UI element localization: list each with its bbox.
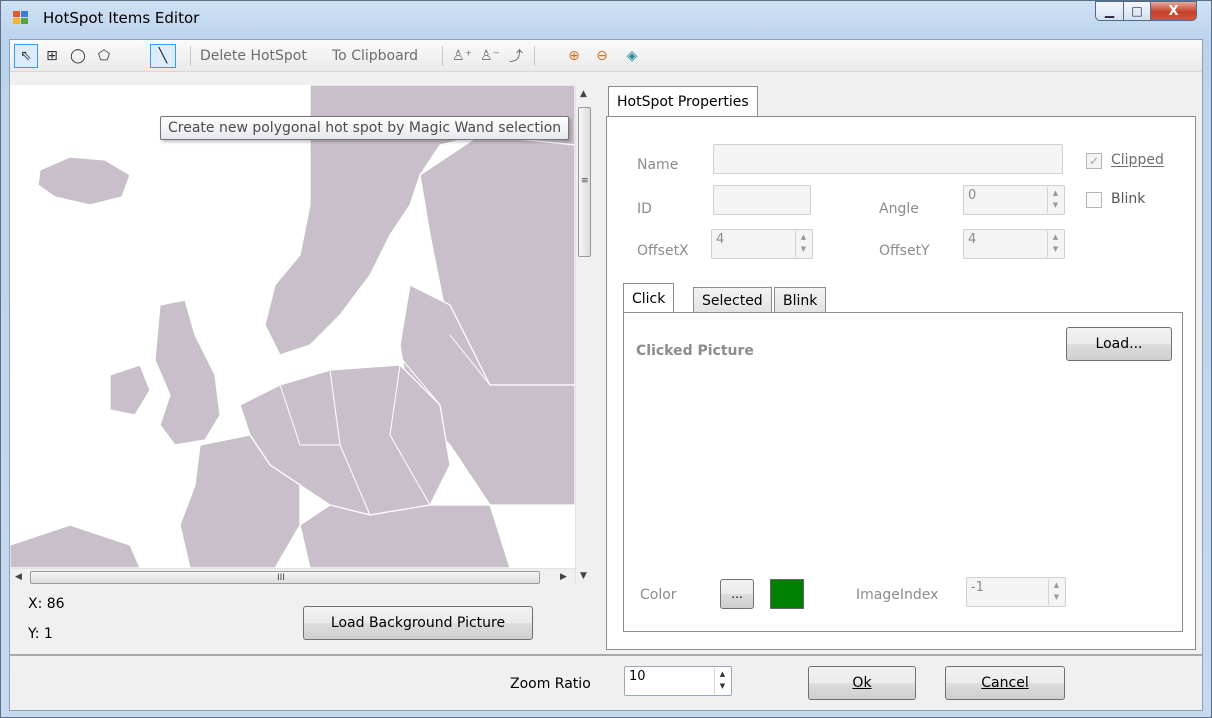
zoom-ratio-label: Zoom Ratio (510, 676, 591, 692)
grip-icon: III (277, 573, 285, 583)
imageindex-stepper[interactable]: -1 ▲ ▼ (966, 577, 1066, 607)
iceland-shape (37, 156, 131, 206)
window-controls: ▁ □ X (1095, 1, 1197, 23)
map-vertical-scrollbar[interactable]: ▲ ≡ ▼ (575, 85, 592, 585)
europe-map (10, 85, 575, 568)
fit-to-window-icon[interactable]: ◈ (620, 44, 644, 68)
maximize-button[interactable]: □ (1123, 1, 1150, 21)
title-bar[interactable]: HotSpot Items Editor ▁ □ X (1, 1, 1211, 39)
pointer-tool-icon[interactable]: ⇖ (14, 44, 38, 68)
remove-point-icon[interactable]: ♙⁻ (478, 44, 502, 68)
offsety-stepper[interactable]: 4 ▲ ▼ (963, 229, 1065, 259)
zoom-ratio-value: 10 (629, 669, 646, 684)
edit-points-icon[interactable]: ⤴ (504, 44, 528, 68)
scroll-down-icon[interactable]: ▼ (580, 571, 587, 581)
add-point-icon[interactable]: ♙⁺ (450, 44, 474, 68)
blink-checkbox[interactable] (1086, 192, 1102, 208)
scroll-right-icon[interactable]: ▶ (560, 572, 567, 582)
close-button[interactable]: X (1150, 1, 1197, 21)
click-tab-panel: Clicked Picture Load... Color ... ImageI… (623, 312, 1183, 632)
magic-wand-tool-icon[interactable]: ╲ (150, 44, 176, 68)
map-horizontal-scrollbar[interactable]: ◀ III ▶ (10, 568, 575, 585)
toolbar-separator (442, 46, 443, 66)
clicked-picture-label: Clicked Picture (636, 343, 754, 359)
load-background-picture-button[interactable]: Load Background Picture (303, 606, 533, 640)
zoom-ratio-stepper[interactable]: 10 ▲ ▼ (624, 666, 732, 696)
southern-europe-shape (299, 504, 511, 568)
app-icon (13, 11, 31, 27)
polygon-tool-icon[interactable]: ⬠ (92, 44, 116, 68)
minimize-button[interactable]: ▁ (1095, 1, 1123, 21)
imageindex-value: -1 (971, 580, 984, 595)
x-label: X: (28, 596, 43, 612)
offsetx-spin-buttons[interactable]: ▲ ▼ (795, 231, 811, 257)
clipped-checkbox[interactable]: ✓ (1086, 153, 1102, 169)
x-value: 86 (46, 596, 65, 612)
color-picker-button[interactable]: ... (720, 579, 754, 609)
zoom-ratio-spin-buttons[interactable]: ▲ ▼ (714, 668, 730, 694)
cancel-button[interactable]: Cancel (945, 666, 1065, 700)
scroll-left-icon[interactable]: ◀ (15, 572, 22, 582)
y-label: Y: (28, 626, 40, 642)
id-field[interactable] (713, 185, 811, 215)
offsetx-stepper[interactable]: 4 ▲ ▼ (711, 229, 813, 259)
name-field[interactable] (713, 144, 1063, 174)
tab-click[interactable]: Click (623, 283, 675, 313)
ireland-shape (109, 364, 151, 416)
color-swatch (770, 579, 804, 609)
vertical-scroll-thumb[interactable]: ≡ (578, 107, 591, 257)
imageindex-spin-buttons[interactable]: ▲ ▼ (1048, 579, 1064, 605)
clipped-label: Clipped (1111, 152, 1164, 168)
offsety-value: 4 (968, 232, 977, 247)
tab-selected[interactable]: Selected (693, 287, 772, 313)
tab-hotspot-properties[interactable]: HotSpot Properties (608, 86, 758, 116)
grip-icon: ≡ (581, 176, 589, 186)
to-clipboard-button[interactable]: To Clipboard (332, 44, 418, 68)
rectangle-tool-icon[interactable]: ⊞ (40, 44, 64, 68)
scroll-up-icon[interactable]: ▲ (580, 89, 587, 99)
color-label: Color (640, 587, 677, 603)
toolbar: ⇖ ⊞ ◯ ⬠ ╲ Delete HotSpot To Clipboard ♙⁺… (10, 40, 1202, 72)
delete-hotspot-button[interactable]: Delete HotSpot (200, 44, 307, 68)
x-coordinate: X: 86 (28, 596, 65, 612)
toolbar-separator (534, 46, 535, 66)
ellipse-tool-icon[interactable]: ◯ (66, 44, 90, 68)
hotspot-properties-panel: Name ✓ Clipped Blink ID Angle 0 ▲ ▼ Offse… (606, 116, 1196, 650)
id-label: ID (637, 201, 652, 217)
offsetx-value: 4 (716, 232, 725, 247)
bottom-bar: Zoom Ratio 10 ▲ ▼ Ok Cancel (10, 654, 1202, 710)
tab-blink[interactable]: Blink (774, 287, 827, 313)
angle-stepper[interactable]: 0 ▲ ▼ (963, 185, 1065, 215)
angle-label: Angle (879, 201, 919, 217)
imageindex-label: ImageIndex (856, 587, 939, 603)
blink-label: Blink (1111, 191, 1146, 207)
y-coordinate: Y: 1 (28, 626, 53, 642)
offsety-label: OffsetY (879, 243, 930, 259)
toolbar-separator (190, 46, 191, 66)
map-canvas[interactable] (10, 85, 575, 568)
name-label: Name (637, 157, 679, 173)
y-value: 1 (43, 626, 53, 642)
offsetx-label: OffsetX (637, 243, 689, 259)
zoom-out-icon[interactable]: ⊖ (590, 44, 614, 68)
client-area: ⇖ ⊞ ◯ ⬠ ╲ Delete HotSpot To Clipboard ♙⁺… (9, 39, 1203, 711)
great-britain-shape (154, 299, 221, 446)
angle-spin-buttons[interactable]: ▲ ▼ (1047, 187, 1063, 213)
window-title: HotSpot Items Editor (43, 9, 200, 27)
iberia-shape (10, 524, 141, 568)
offsety-spin-buttons[interactable]: ▲ ▼ (1047, 231, 1063, 257)
zoom-in-icon[interactable]: ⊕ (562, 44, 586, 68)
hotspot-editor-window: HotSpot Items Editor ▁ □ X ⇖ ⊞ ◯ ⬠ ╲ Del… (0, 0, 1212, 718)
ok-button[interactable]: Ok (808, 666, 916, 700)
load-picture-button[interactable]: Load... (1066, 327, 1172, 361)
horizontal-scroll-thumb[interactable]: III (30, 571, 540, 584)
magic-wand-tooltip: Create new polygonal hot spot by Magic W… (160, 116, 570, 140)
angle-value: 0 (968, 188, 977, 203)
